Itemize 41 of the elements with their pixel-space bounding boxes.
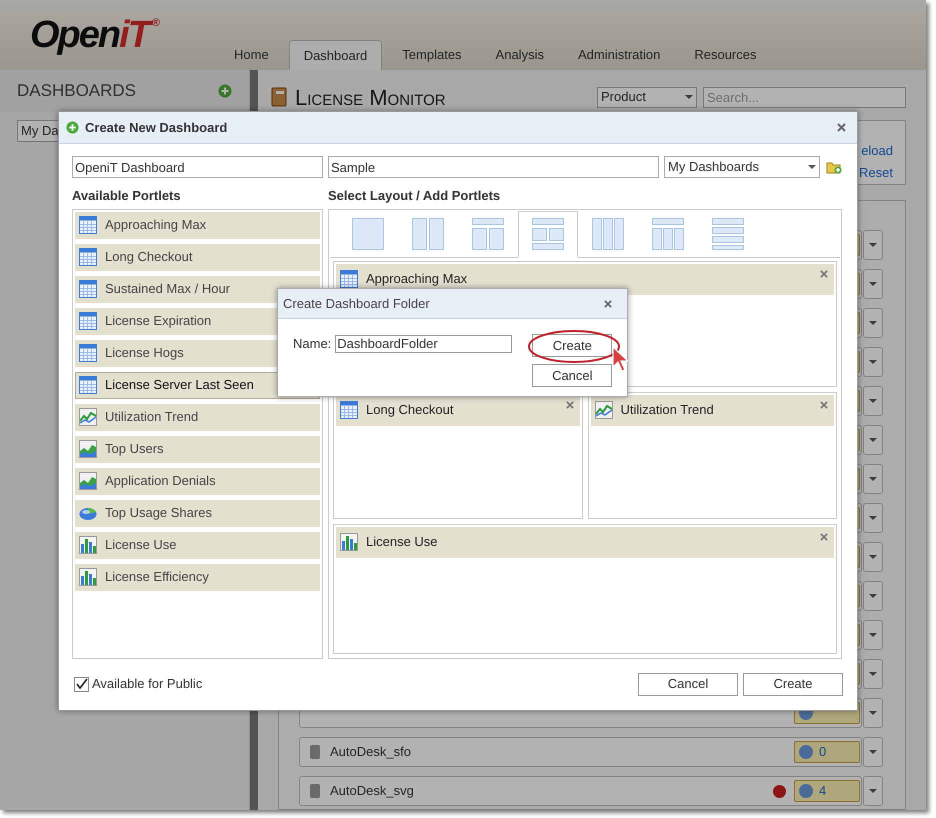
name-field[interactable]: OpeniT Dashboard [72, 156, 323, 178]
nav-tab[interactable]: Templates [388, 40, 476, 70]
server-name: AutoDesk_svg [330, 782, 414, 800]
portlet-item[interactable]: Top Usage Shares [75, 500, 320, 526]
server-name: AutoDesk_sfo [330, 743, 411, 762]
portlet-header: Long Checkout [336, 394, 580, 426]
portlet-item[interactable]: Top Users [75, 436, 320, 462]
create-button[interactable]: Create [743, 672, 843, 696]
product-dropdown[interactable]: Product [597, 86, 697, 108]
create-button[interactable]: Create [532, 334, 612, 357]
nav-tab[interactable]: Dashboard [288, 40, 382, 70]
portlet-item[interactable]: Application Denials [75, 468, 320, 494]
cancel-button[interactable]: Cancel [532, 364, 612, 387]
portlet-item[interactable]: Long Checkout [75, 244, 320, 270]
server-row[interactable]: AutoDesk_svg 4 [299, 776, 862, 806]
page-title: License Monitor [295, 84, 446, 112]
portlet-item[interactable]: License Use [75, 532, 320, 558]
nav-tab[interactable]: Analysis [482, 40, 558, 70]
sidebar-title: DASHBOARDS [17, 80, 136, 102]
portlet-item[interactable]: Utilization Trend [75, 404, 320, 430]
checkbox-label: Available for Public [92, 675, 202, 694]
folder-name-field[interactable]: DashboardFolder [335, 335, 512, 353]
section-label: Select Layout / Add Portlets [328, 187, 500, 205]
dialog-title: Create New Dashboard [85, 118, 228, 137]
portlet-item[interactable]: Approaching Max [75, 212, 320, 238]
portlet-item[interactable]: License Efficiency [75, 564, 320, 590]
section-label: Available Portlets [72, 187, 182, 205]
action-link[interactable]: Reset [859, 162, 893, 182]
nav-tab[interactable]: Home [220, 40, 283, 70]
cancel-button[interactable]: Cancel [638, 672, 738, 696]
folder-dropdown[interactable]: My Dashboards [664, 156, 820, 178]
search-field[interactable]: Search... [703, 86, 906, 108]
server-row[interactable]: AutoDesk_sfo 0 [299, 737, 862, 767]
user-count-badge[interactable]: 0 [794, 741, 860, 763]
portlet-header: License Use [336, 526, 834, 558]
portlet-header: Utilization Trend [590, 394, 834, 426]
nav-tab[interactable]: Administration [564, 40, 674, 70]
action-link[interactable]: eload [861, 141, 893, 160]
nav-tab[interactable]: Resources [680, 40, 770, 70]
user-count-badge[interactable]: 4 [794, 780, 860, 802]
description-field[interactable]: Sample [328, 156, 659, 178]
